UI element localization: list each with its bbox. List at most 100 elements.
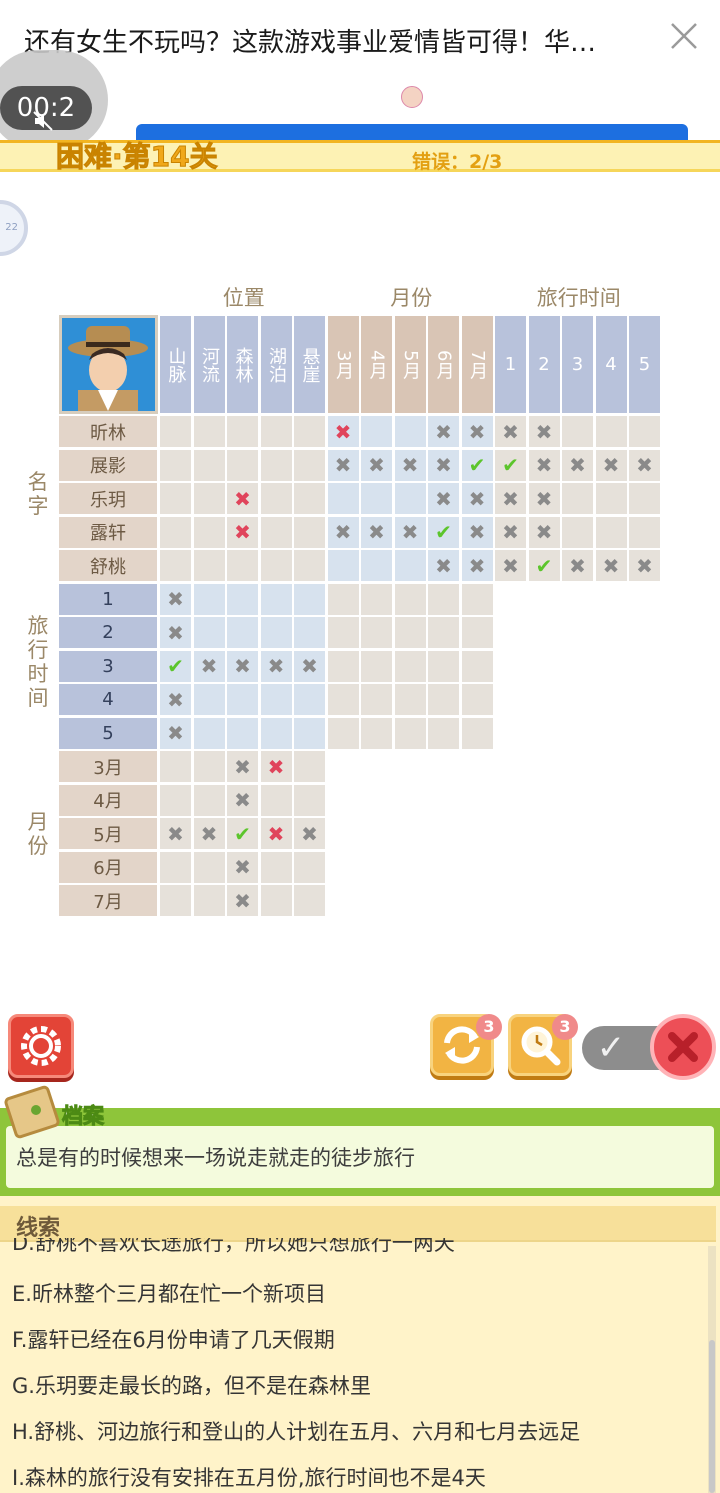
grid-cell[interactable] bbox=[193, 516, 225, 548]
grid-cell[interactable] bbox=[294, 885, 325, 916]
grid-cell[interactable]: ✖ bbox=[260, 650, 292, 682]
grid-cell[interactable]: ✖ bbox=[428, 449, 459, 481]
grid-cell[interactable]: ✖ bbox=[595, 550, 627, 581]
grid-cell[interactable] bbox=[595, 516, 627, 548]
grid-cell[interactable]: ✖ bbox=[495, 550, 526, 581]
grid-cell[interactable] bbox=[160, 449, 191, 481]
grid-cell[interactable]: ✖ bbox=[428, 550, 459, 581]
grid-cell[interactable] bbox=[327, 650, 359, 682]
grid-cell[interactable] bbox=[562, 483, 593, 514]
grid-cell[interactable] bbox=[327, 550, 359, 581]
grid-cell[interactable] bbox=[294, 516, 325, 548]
grid-cell[interactable]: ✖ bbox=[461, 550, 493, 581]
cross-mode-button[interactable] bbox=[650, 1014, 716, 1080]
grid-cell[interactable] bbox=[260, 784, 292, 816]
grid-cell[interactable]: ✖ bbox=[461, 516, 493, 548]
grid-cell[interactable] bbox=[294, 717, 325, 749]
grid-cell[interactable]: ✖ bbox=[160, 684, 191, 715]
grid-cell[interactable]: ✖ bbox=[629, 449, 660, 481]
grid-cell[interactable]: ✖ bbox=[160, 617, 191, 648]
grid-cell[interactable] bbox=[461, 717, 493, 749]
grid-cell[interactable] bbox=[327, 717, 359, 749]
grid-cell[interactable] bbox=[294, 583, 325, 615]
grid-cell[interactable] bbox=[327, 617, 359, 648]
grid-cell[interactable]: ✔ bbox=[227, 818, 258, 849]
grid-cell[interactable] bbox=[193, 784, 225, 816]
grid-cell[interactable] bbox=[193, 550, 225, 581]
grid-cell[interactable]: ✔ bbox=[495, 449, 526, 481]
grid-cell[interactable] bbox=[193, 717, 225, 749]
grid-cell[interactable]: ✖ bbox=[294, 818, 325, 849]
settings-button[interactable] bbox=[8, 1014, 74, 1078]
grid-cell[interactable]: ✖ bbox=[629, 550, 660, 581]
grid-cell[interactable] bbox=[562, 516, 593, 548]
grid-cell[interactable]: ✖ bbox=[361, 449, 392, 481]
grid-cell[interactable]: ✖ bbox=[160, 818, 191, 849]
grid-cell[interactable] bbox=[327, 684, 359, 715]
grid-cell[interactable] bbox=[193, 483, 225, 514]
grid-cell[interactable] bbox=[562, 416, 593, 447]
grid-cell[interactable] bbox=[160, 885, 191, 916]
grid-cell[interactable] bbox=[227, 583, 258, 615]
grid-cell[interactable] bbox=[160, 784, 191, 816]
grid-cell[interactable]: ✖ bbox=[193, 650, 225, 682]
grid-cell[interactable] bbox=[394, 550, 426, 581]
grid-cell[interactable] bbox=[260, 583, 292, 615]
grid-cell[interactable]: ✖ bbox=[327, 516, 359, 548]
grid-cell[interactable] bbox=[629, 483, 660, 514]
grid-cell[interactable] bbox=[461, 684, 493, 715]
grid-cell[interactable]: ✖ bbox=[160, 717, 191, 749]
grid-cell[interactable] bbox=[260, 449, 292, 481]
grid-cell[interactable]: ✖ bbox=[528, 516, 560, 548]
grid-cell[interactable]: ✖ bbox=[193, 818, 225, 849]
grid-cell[interactable]: ✖ bbox=[227, 483, 258, 514]
grid-cell[interactable]: ✖ bbox=[528, 483, 560, 514]
grid-cell[interactable] bbox=[461, 583, 493, 615]
mute-icon[interactable] bbox=[32, 110, 54, 132]
grid-cell[interactable] bbox=[294, 684, 325, 715]
grid-cell[interactable]: ✖ bbox=[495, 416, 526, 447]
close-icon[interactable] bbox=[668, 20, 700, 52]
grid-cell[interactable] bbox=[193, 449, 225, 481]
grid-cell[interactable] bbox=[361, 416, 392, 447]
grid-cell[interactable] bbox=[361, 583, 392, 615]
grid-cell[interactable] bbox=[260, 416, 292, 447]
grid-cell[interactable]: ✖ bbox=[227, 650, 258, 682]
grid-cell[interactable] bbox=[327, 583, 359, 615]
grid-cell[interactable]: ✖ bbox=[227, 851, 258, 883]
grid-cell[interactable]: ✖ bbox=[562, 449, 593, 481]
grid-cell[interactable] bbox=[193, 851, 225, 883]
grid-cell[interactable]: ✖ bbox=[361, 516, 392, 548]
grid-cell[interactable]: ✖ bbox=[327, 449, 359, 481]
grid-cell[interactable]: ✖ bbox=[394, 516, 426, 548]
grid-cell[interactable]: ✔ bbox=[160, 650, 191, 682]
grid-cell[interactable] bbox=[294, 751, 325, 782]
grid-cell[interactable] bbox=[428, 717, 459, 749]
grid-cell[interactable] bbox=[193, 684, 225, 715]
grid-cell[interactable] bbox=[227, 617, 258, 648]
grid-cell[interactable] bbox=[394, 717, 426, 749]
grid-cell[interactable]: ✔ bbox=[461, 449, 493, 481]
grid-cell[interactable]: ✖ bbox=[260, 751, 292, 782]
grid-cell[interactable] bbox=[361, 483, 392, 514]
grid-cell[interactable]: ✖ bbox=[495, 483, 526, 514]
grid-cell[interactable] bbox=[260, 516, 292, 548]
grid-cell[interactable] bbox=[428, 684, 459, 715]
grid-cell[interactable] bbox=[394, 617, 426, 648]
grid-cell[interactable] bbox=[595, 483, 627, 514]
grid-cell[interactable]: ✔ bbox=[428, 516, 459, 548]
grid-cell[interactable] bbox=[361, 717, 392, 749]
grid-cell[interactable] bbox=[260, 885, 292, 916]
grid-cell[interactable] bbox=[294, 416, 325, 447]
grid-cell[interactable] bbox=[160, 550, 191, 581]
grid-cell[interactable] bbox=[160, 516, 191, 548]
grid-cell[interactable] bbox=[361, 684, 392, 715]
grid-cell[interactable]: ✖ bbox=[160, 583, 191, 615]
grid-cell[interactable]: ✖ bbox=[227, 784, 258, 816]
grid-cell[interactable] bbox=[227, 717, 258, 749]
grid-cell[interactable] bbox=[260, 617, 292, 648]
grid-cell[interactable]: ✖ bbox=[495, 516, 526, 548]
grid-cell[interactable] bbox=[260, 684, 292, 715]
grid-cell[interactable] bbox=[193, 617, 225, 648]
grid-cell[interactable]: ✖ bbox=[428, 483, 459, 514]
